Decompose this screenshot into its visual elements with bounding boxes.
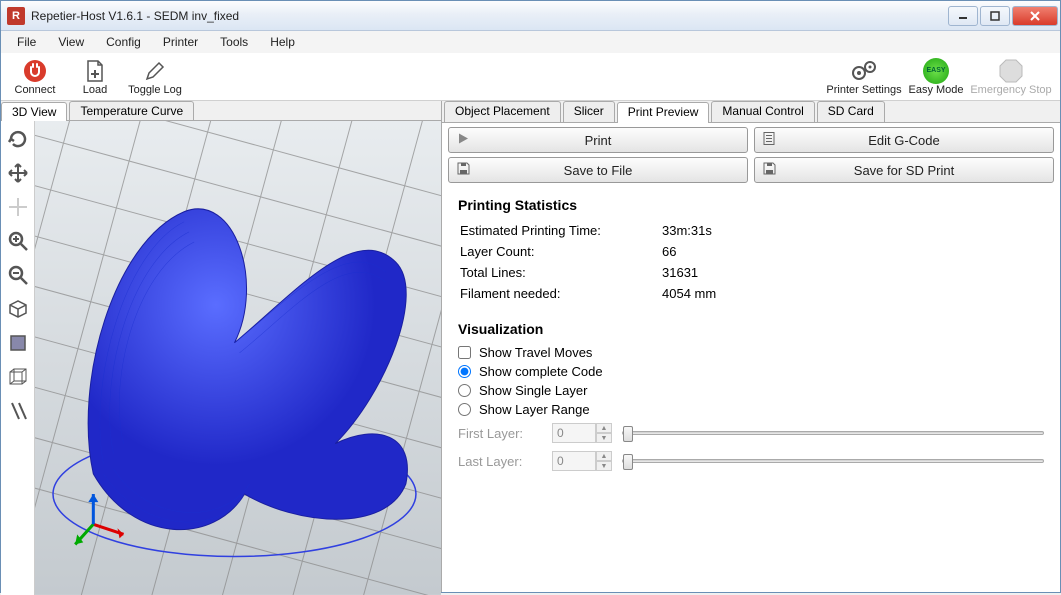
show-complete-radio[interactable]	[458, 365, 471, 378]
toggle-log-label: Toggle Log	[128, 84, 182, 96]
view-toolbar	[1, 121, 35, 595]
spin-down-icon[interactable]: ▼	[596, 461, 612, 471]
titlebar: R Repetier-Host V1.6.1 - SEDM inv_fixed	[1, 1, 1060, 31]
last-layer-label: Last Layer:	[458, 454, 542, 469]
connect-button[interactable]: Connect	[5, 54, 65, 100]
pencil-icon	[143, 58, 167, 84]
show-range-radio[interactable]	[458, 403, 471, 416]
edit-gcode-label: Edit G-Code	[868, 133, 940, 148]
zoom-out-icon[interactable]	[4, 261, 32, 289]
layer-count-value: 66	[662, 242, 1042, 261]
minimize-button[interactable]	[948, 6, 978, 26]
emergency-stop-label: Emergency Stop	[970, 84, 1051, 96]
total-lines-value: 31631	[662, 263, 1042, 282]
slider-thumb[interactable]	[623, 426, 633, 442]
spin-down-icon[interactable]: ▼	[596, 433, 612, 443]
total-lines-label: Total Lines:	[460, 263, 660, 282]
tab-temperature-curve[interactable]: Temperature Curve	[69, 101, 194, 120]
spin-up-icon[interactable]: ▲	[596, 451, 612, 461]
app-icon: R	[7, 7, 25, 25]
first-layer-slider[interactable]	[622, 431, 1044, 435]
save-sd-label: Save for SD Print	[854, 163, 954, 178]
show-single-radio[interactable]	[458, 384, 471, 397]
print-label: Print	[585, 133, 612, 148]
viz-heading: Visualization	[458, 321, 1044, 337]
filament-label: Filament needed:	[460, 284, 660, 303]
save-icon	[763, 162, 776, 178]
gears-icon	[850, 58, 878, 84]
tab-3d-view[interactable]: 3D View	[1, 102, 67, 121]
edit-gcode-button[interactable]: Edit G-Code	[754, 127, 1054, 153]
menu-file[interactable]: File	[7, 33, 46, 51]
save-file-label: Save to File	[564, 163, 633, 178]
tab-slicer[interactable]: Slicer	[563, 101, 615, 122]
left-tabs: 3D View Temperature Curve	[1, 101, 441, 121]
show-range-label: Show Layer Range	[479, 402, 590, 417]
toolbar: Connect Load Toggle Log Printer Settings…	[1, 53, 1060, 101]
window-title: Repetier-Host V1.6.1 - SEDM inv_fixed	[31, 9, 948, 23]
show-single-label: Show Single Layer	[479, 383, 587, 398]
3d-viewport[interactable]	[35, 121, 441, 595]
show-complete-label: Show complete Code	[479, 364, 603, 379]
parallel-lines-icon[interactable]	[4, 397, 32, 425]
save-file-button[interactable]: Save to File	[448, 157, 748, 183]
last-layer-input[interactable]	[552, 451, 596, 471]
tab-sd-card[interactable]: SD Card	[817, 101, 885, 122]
iso-box-icon[interactable]	[4, 295, 32, 323]
document-icon	[763, 132, 775, 149]
close-button[interactable]	[1012, 6, 1058, 26]
last-layer-slider[interactable]	[622, 459, 1044, 463]
menu-view[interactable]: View	[48, 33, 94, 51]
menu-config[interactable]: Config	[96, 33, 151, 51]
toggle-log-button[interactable]: Toggle Log	[125, 54, 185, 100]
show-travel-checkbox[interactable]	[458, 346, 471, 359]
menubar: File View Config Printer Tools Help	[1, 31, 1060, 53]
load-label: Load	[83, 84, 107, 96]
maximize-button[interactable]	[980, 6, 1010, 26]
first-layer-label: First Layer:	[458, 426, 542, 441]
printer-settings-label: Printer Settings	[826, 84, 901, 96]
print-button[interactable]: Print	[448, 127, 748, 153]
easy-mode-label: Easy Mode	[908, 84, 963, 96]
stop-icon	[998, 58, 1024, 84]
filament-value: 4054 mm	[662, 284, 1042, 303]
tab-manual-control[interactable]: Manual Control	[711, 101, 814, 122]
spin-up-icon[interactable]: ▲	[596, 423, 612, 433]
layer-count-label: Layer Count:	[460, 242, 660, 261]
tab-print-preview[interactable]: Print Preview	[617, 102, 710, 123]
printer-settings-button[interactable]: Printer Settings	[822, 54, 906, 100]
first-layer-spinner[interactable]: ▲▼	[552, 423, 612, 443]
menu-tools[interactable]: Tools	[210, 33, 258, 51]
file-plus-icon	[84, 58, 106, 84]
move-icon[interactable]	[4, 159, 32, 187]
right-tabs: Object Placement Slicer Print Preview Ma…	[442, 101, 1060, 123]
front-box-icon[interactable]	[4, 329, 32, 357]
menu-help[interactable]: Help	[260, 33, 305, 51]
slider-thumb[interactable]	[623, 454, 633, 470]
tab-object-placement[interactable]: Object Placement	[444, 101, 561, 122]
emergency-stop-button[interactable]: Emergency Stop	[966, 54, 1056, 100]
save-icon	[457, 162, 470, 178]
play-icon	[457, 133, 469, 148]
rotate-icon[interactable]	[4, 125, 32, 153]
menu-printer[interactable]: Printer	[153, 33, 208, 51]
move-z-icon[interactable]	[4, 193, 32, 221]
first-layer-input[interactable]	[552, 423, 596, 443]
last-layer-spinner[interactable]: ▲▼	[552, 451, 612, 471]
connect-label: Connect	[15, 84, 56, 96]
easy-mode-button[interactable]: EASY Easy Mode	[906, 54, 966, 100]
wireframe-box-icon[interactable]	[4, 363, 32, 391]
easy-icon: EASY	[923, 58, 949, 84]
est-time-label: Estimated Printing Time:	[460, 221, 660, 240]
visualization: Visualization Show Travel Moves Show com…	[442, 315, 1060, 485]
printing-statistics: Printing Statistics Estimated Printing T…	[442, 191, 1060, 315]
load-button[interactable]: Load	[65, 54, 125, 100]
save-sd-button[interactable]: Save for SD Print	[754, 157, 1054, 183]
stats-heading: Printing Statistics	[458, 197, 1044, 213]
plug-icon	[23, 58, 47, 84]
est-time-value: 33m:31s	[662, 221, 1042, 240]
show-travel-label: Show Travel Moves	[479, 345, 592, 360]
zoom-in-icon[interactable]	[4, 227, 32, 255]
